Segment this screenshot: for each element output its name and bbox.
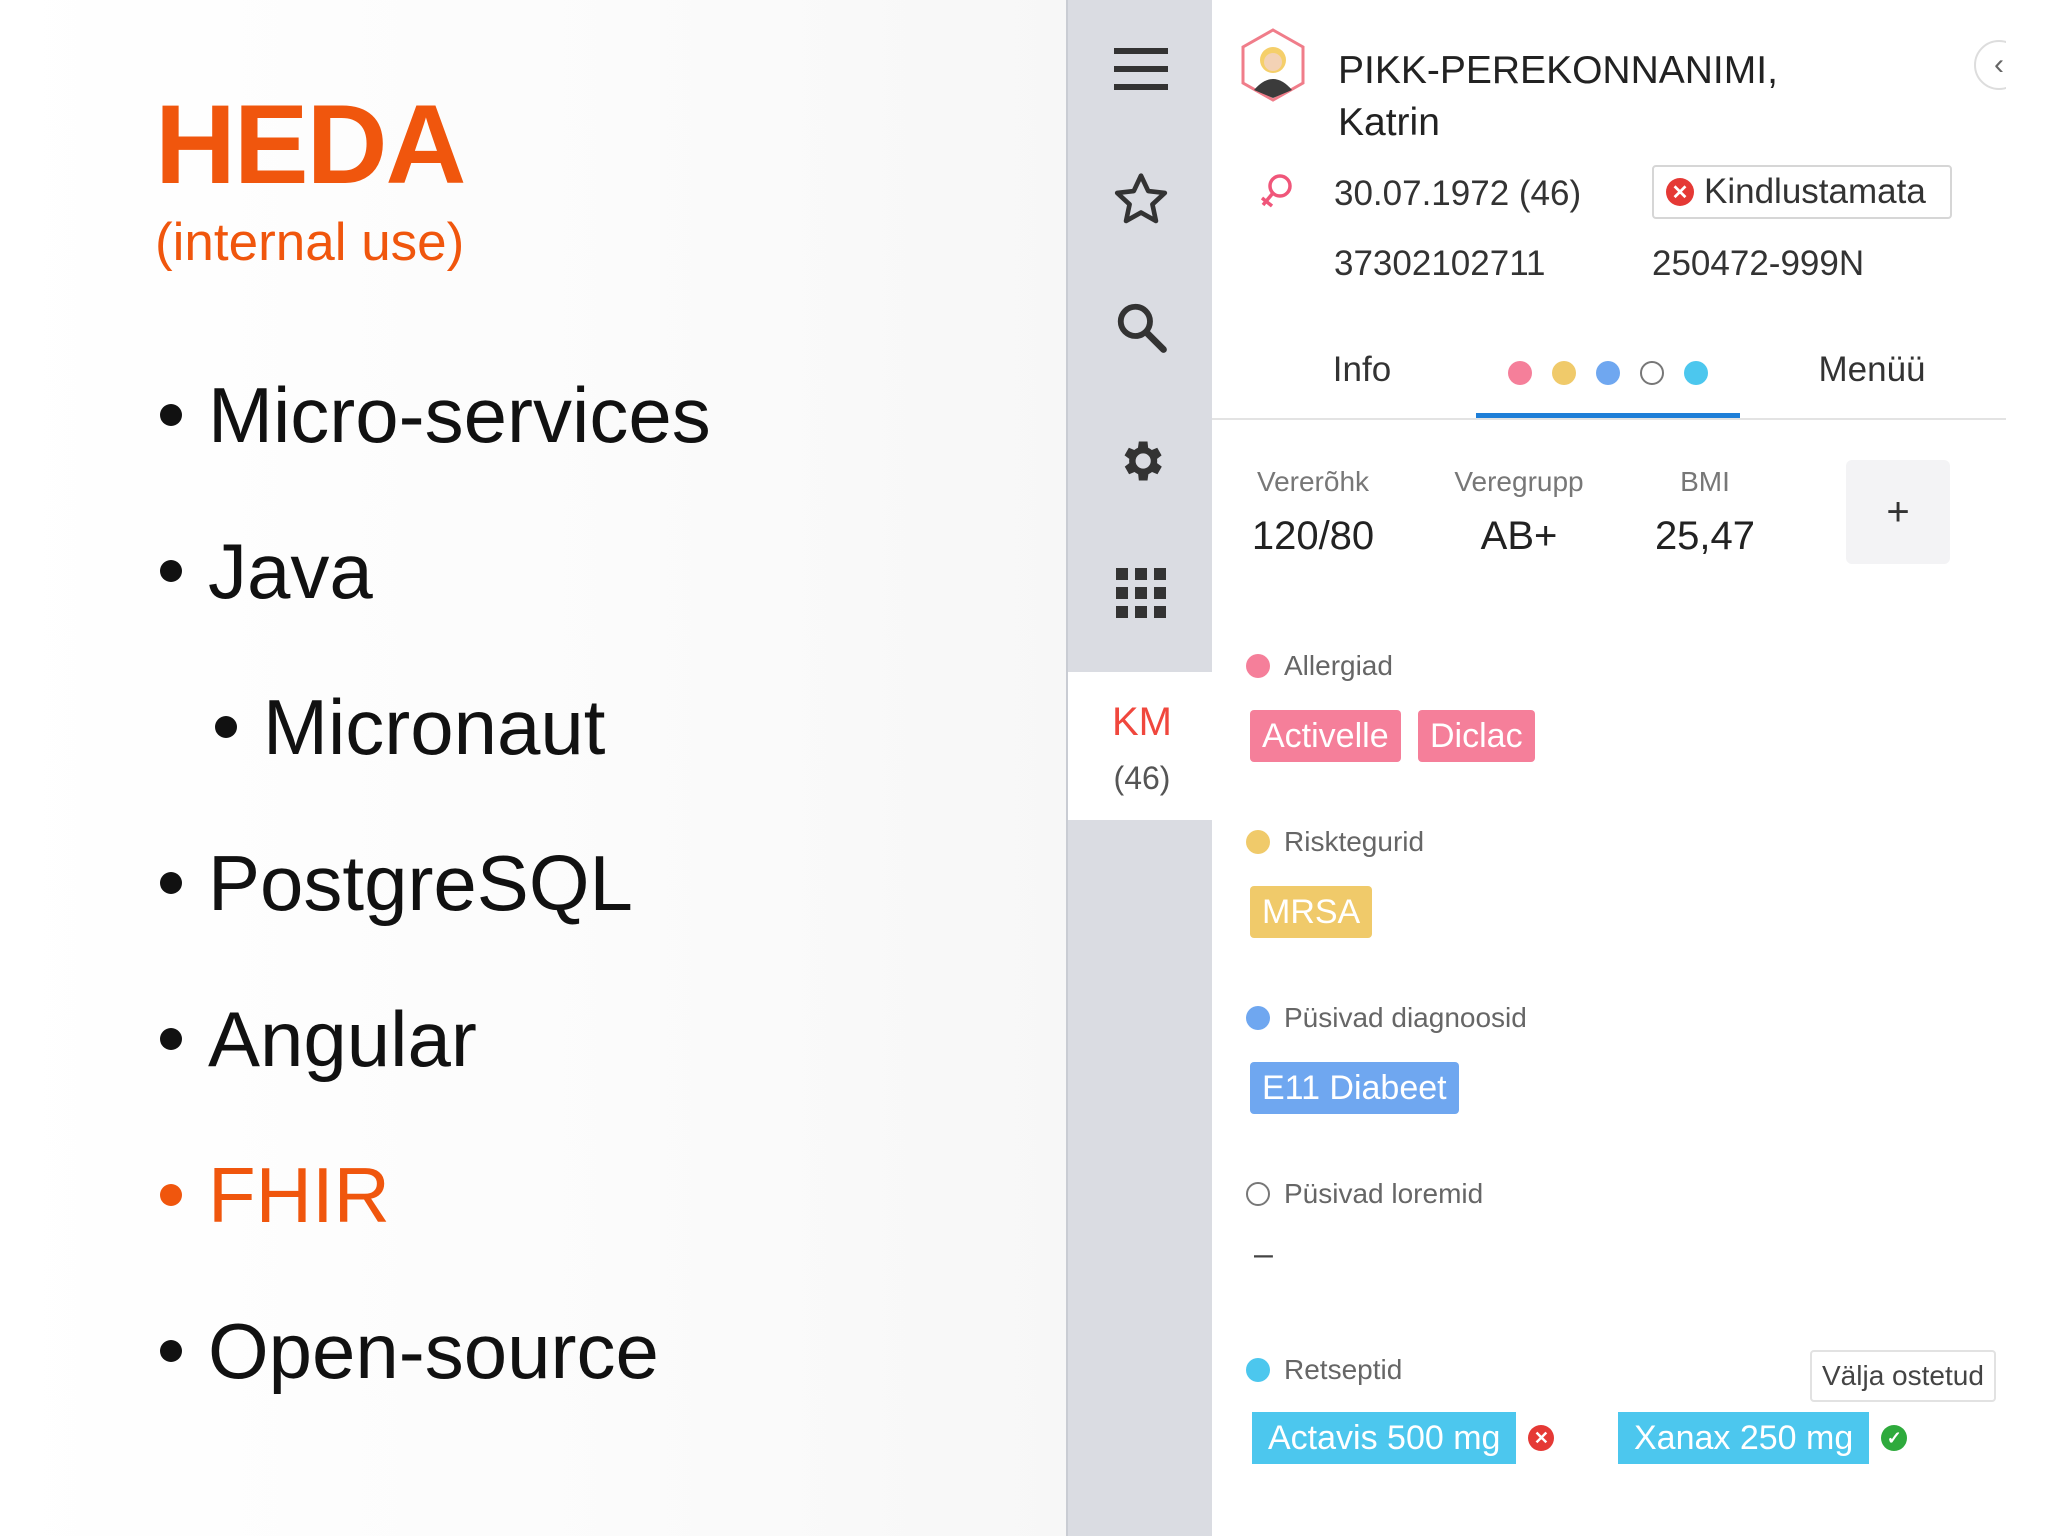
diagnoses-dot-icon: [1246, 1006, 1270, 1030]
bullet-dot: [160, 1184, 182, 1207]
risk-chip[interactable]: MRSA: [1250, 886, 1373, 938]
tab-bar: Info Menüü: [1212, 340, 2006, 420]
section-prescriptions: Retseptid: [1246, 1354, 1402, 1386]
date-of-birth: 30.07.1972 (46): [1334, 174, 1582, 213]
star-icon[interactable]: [1110, 168, 1172, 230]
bullet-dot: [160, 1340, 182, 1363]
bullet-item: Open-source: [160, 1306, 659, 1397]
allergies-dot-icon: [1246, 654, 1270, 678]
active-patient-tab[interactable]: [1068, 672, 1216, 820]
female-icon: [1258, 172, 1294, 217]
prescription-name: Actavis 500 mg: [1268, 1418, 1501, 1457]
prescription-name: Xanax 250 mg: [1634, 1418, 1854, 1457]
personal-id-code: 37302102711: [1334, 244, 1546, 283]
vital-label: Vererõhk: [1256, 466, 1370, 497]
bullet-dot: [160, 560, 182, 583]
prescription-status: ✕: [1516, 1412, 1567, 1464]
secondary-code: 250472-999N: [1652, 244, 1865, 283]
other-dot-icon: [1246, 1182, 1270, 1206]
insurance-status-text: Kindlustamata: [1704, 172, 1926, 211]
bullet-item-sub: Micronaut: [215, 682, 605, 773]
bullet-text: FHIR: [208, 1151, 390, 1239]
bullet-text: PostgreSQL: [208, 839, 633, 927]
prescription-chip[interactable]: Actavis 500 mg ✕: [1252, 1412, 1567, 1464]
bullet-text: Java: [208, 527, 373, 615]
dot-risk-icon: [1552, 360, 1576, 385]
cross-icon: ✕: [1528, 1425, 1555, 1451]
patient-name: PIKK-PEREKONNANIMI, Katrin: [1338, 45, 1778, 149]
bullet-text: Micronaut: [263, 683, 606, 771]
allergy-chip[interactable]: Diclac: [1418, 710, 1535, 762]
section-title: Allergiad: [1284, 650, 1393, 681]
vital-blood-group: Veregrupp AB+: [1434, 466, 1604, 559]
check-icon: ✓: [1881, 1425, 1908, 1451]
insurance-status-badge: ✕ Kindlustamata: [1652, 165, 1952, 219]
vital-bmi: BMI 25,47: [1620, 466, 1790, 559]
cross-icon: ✕: [1666, 178, 1694, 206]
patient-card: PIKK-PEREKONNANIMI, Katrin ‹ 30.07.1972 …: [1212, 0, 2024, 1536]
prescriptions-dot-icon: [1246, 1358, 1270, 1382]
grid-icon[interactable]: [1110, 562, 1172, 624]
slide-title: HEDA: [155, 82, 466, 207]
bullet-dot: [160, 872, 182, 895]
vital-value: 25,47: [1654, 514, 1756, 558]
tab-menu[interactable]: Menüü: [1792, 350, 1952, 390]
bullet-text: Angular: [208, 995, 477, 1083]
section-allergies: Allergiad: [1246, 650, 1393, 682]
dot-allergies-icon: [1508, 360, 1532, 385]
prescription-status: ✓: [1869, 1412, 1920, 1464]
slide-panel: HEDA (internal use) Micro-services Java …: [0, 0, 1066, 1536]
tab-summary[interactable]: [1476, 340, 1740, 418]
patient-initials[interactable]: KM: [1068, 700, 1216, 745]
bullet-item-highlight: FHIR: [160, 1150, 390, 1241]
diagnosis-chip[interactable]: E11 Diabeet: [1250, 1062, 1459, 1114]
section-title: Püsivad diagnoosid: [1284, 1002, 1527, 1033]
section-diagnoses: Püsivad diagnoosid: [1246, 1002, 1527, 1034]
chevron-left-icon: ‹: [1994, 48, 2004, 81]
vital-value: 120/80: [1251, 514, 1375, 558]
gear-icon[interactable]: [1110, 430, 1172, 492]
risk-dot-icon: [1246, 830, 1270, 854]
dot-diagnoses-icon: [1596, 360, 1620, 385]
slide-subtitle: (internal use): [155, 213, 465, 272]
search-icon[interactable]: [1110, 296, 1172, 358]
avatar: [1240, 28, 1306, 102]
patient-age: (46): [1113, 760, 1171, 796]
bullet-item: Angular: [160, 994, 477, 1085]
vital-label: BMI: [1680, 466, 1730, 497]
empty-value: –: [1254, 1235, 1273, 1273]
prescription-chip[interactable]: Xanax 250 mg ✓: [1618, 1412, 1920, 1464]
status-tooltip: Välja ostetud: [1810, 1350, 1996, 1402]
dot-prescriptions-icon: [1684, 360, 1708, 385]
allergy-chip[interactable]: Activelle: [1250, 710, 1401, 762]
bullet-dot: [215, 716, 237, 739]
menu-icon[interactable]: [1110, 38, 1172, 100]
tab-info[interactable]: Info: [1292, 350, 1432, 390]
section-other: Püsivad loremid: [1246, 1178, 1483, 1210]
section-title: Risktegurid: [1284, 826, 1425, 857]
bullet-text: Open-source: [208, 1307, 659, 1395]
vital-label: Veregrupp: [1454, 466, 1584, 497]
dot-other-icon: [1640, 360, 1664, 385]
bullet-item: Micro-services: [160, 370, 711, 461]
section-risk-factors: Risktegurid: [1246, 826, 1424, 858]
bullet-item: PostgreSQL: [160, 838, 633, 929]
vital-value: AB+: [1480, 514, 1558, 558]
bullet-dot: [160, 1028, 182, 1051]
patient-firstname: Katrin: [1338, 101, 1440, 144]
page-margin: [2006, 0, 2048, 1536]
section-title: Püsivad loremid: [1284, 1178, 1484, 1209]
patient-app: KM (46) PIKK-PEREKONNANIMI, Katrin ‹ 30.…: [1066, 0, 2024, 1536]
add-vital-button[interactable]: +: [1846, 460, 1950, 564]
patient-surname: PIKK-PEREKONNANIMI,: [1338, 49, 1778, 92]
bullet-text: Micro-services: [208, 371, 711, 459]
bullet-item: Java: [160, 526, 373, 617]
vital-blood-pressure: Vererõhk 120/80: [1228, 466, 1398, 559]
side-rail: KM (46): [1066, 0, 1216, 1536]
bullet-dot: [160, 404, 182, 427]
section-title: Retseptid: [1284, 1354, 1403, 1385]
